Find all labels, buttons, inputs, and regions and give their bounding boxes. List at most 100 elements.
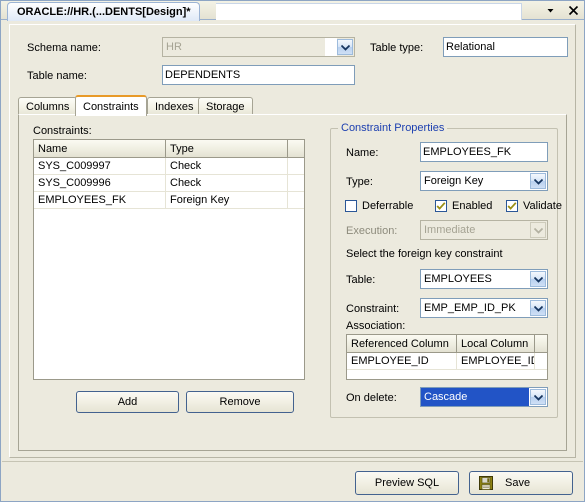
deferrable-checkbox[interactable]: Deferrable (345, 200, 413, 212)
enabled-checkbox[interactable]: Enabled (435, 200, 492, 212)
window-title-text: ORACLE://HR.(...DENTS[Design]* (17, 6, 191, 18)
save-button[interactable]: Save (469, 471, 573, 495)
titlebar-buttons (544, 1, 580, 20)
schema-name-label: Schema name: (27, 42, 101, 54)
constraint-name-field[interactable]: EMPLOYEES_FK (420, 142, 548, 162)
enabled-label: Enabled (452, 200, 493, 212)
constraint-type-select[interactable]: Foreign Key (420, 171, 548, 191)
window-titlebar: ORACLE://HR.(...DENTS[Design]* (1, 1, 584, 21)
fk-constraint-value: EMP_EMP_ID_PK (424, 302, 516, 314)
validate-label: Validate (523, 200, 562, 212)
schema-select-gap (325, 38, 337, 56)
cell-type: Check (166, 175, 288, 191)
constraints-list-label: Constraints: (33, 125, 92, 137)
table-name-field[interactable]: DEPENDENTS (162, 65, 355, 85)
window-tab-title[interactable]: ORACLE://HR.(...DENTS[Design]* (7, 2, 200, 21)
association-table[interactable]: Referenced Column Local Column EMPLOYEE_… (346, 334, 548, 380)
tab-indexes-label: Indexes (155, 100, 194, 113)
cell-filler (535, 353, 547, 369)
on-delete-select[interactable]: Cascade (420, 387, 548, 407)
execution-label: Execution: (346, 225, 398, 237)
tab-storage[interactable]: Storage (198, 97, 253, 115)
table-row[interactable]: EMPLOYEE_ID EMPLOYEE_ID (347, 353, 547, 370)
column-header-filler (535, 335, 547, 352)
preview-sql-label: Preview SQL (374, 477, 440, 489)
constraints-list-header: Name Type (34, 140, 304, 158)
on-delete-label: On delete: (346, 392, 397, 404)
constraints-list[interactable]: Name Type SYS_C009997 Check SYS_C009996 … (33, 139, 305, 380)
cell-referenced-column: EMPLOYEE_ID (347, 353, 457, 369)
table-row[interactable]: EMPLOYEES_FK Foreign Key (34, 192, 304, 209)
validate-checkbox[interactable]: Validate (506, 200, 562, 212)
chevron-down-icon[interactable] (530, 389, 546, 405)
checkbox-box[interactable] (435, 200, 447, 212)
window-client-area: Schema name: HR Table type: Relational T… (2, 21, 583, 500)
constraint-properties-title: Constraint Properties (338, 122, 448, 134)
cell-name: SYS_C009996 (34, 175, 166, 191)
table-row[interactable]: SYS_C009996 Check (34, 175, 304, 192)
tab-columns[interactable]: Columns (18, 97, 78, 115)
fk-section-label: Select the foreign key constraint (346, 248, 503, 260)
constraint-name-label: Name: (346, 147, 379, 159)
floppy-disk-icon (479, 476, 493, 490)
table-type-value: Relational (446, 41, 495, 53)
add-button[interactable]: Add (76, 391, 179, 413)
table-name-label: Table name: (27, 70, 87, 82)
close-icon[interactable] (567, 4, 580, 17)
fk-table-value: EMPLOYEES (424, 273, 492, 285)
constraint-name-value: EMPLOYEES_FK (423, 146, 512, 158)
remove-button-label: Remove (219, 396, 261, 408)
cell-filler (288, 192, 304, 208)
tab-storage-label: Storage (206, 100, 245, 113)
association-label: Association: (346, 320, 406, 332)
remove-button[interactable]: Remove (186, 391, 294, 413)
on-delete-value: Cascade (421, 388, 529, 406)
cell-filler (288, 175, 304, 191)
chevron-down-icon[interactable] (530, 173, 546, 189)
constraints-tab-panel: Constraints: Name Type SYS_C009997 Check… (18, 114, 567, 451)
fk-constraint-select[interactable]: EMP_EMP_ID_PK (420, 298, 548, 318)
constraint-type-value: Foreign Key (424, 175, 484, 187)
schema-name-select[interactable]: HR (162, 37, 355, 57)
chevron-down-icon[interactable] (530, 300, 546, 316)
save-button-label: Save (505, 477, 531, 489)
tab-columns-label: Columns (26, 100, 70, 113)
tab-constraints[interactable]: Constraints (75, 95, 147, 116)
titlebar-tabstrip-empty (216, 3, 522, 20)
table-row[interactable]: SYS_C009997 Check (34, 158, 304, 175)
column-header-name[interactable]: Name (34, 140, 166, 157)
chevron-down-icon (530, 222, 546, 238)
preview-sql-button[interactable]: Preview SQL (355, 471, 459, 495)
fk-table-label: Table: (346, 274, 376, 286)
table-design-form: Schema name: HR Table type: Relational T… (9, 24, 576, 458)
check-icon (507, 202, 517, 210)
design-tabbar: Columns Constraints Indexes Storage (18, 95, 567, 116)
column-header-local-column[interactable]: Local Column (457, 335, 535, 352)
association-table-header: Referenced Column Local Column (347, 335, 547, 353)
dialog-footer: Preview SQL Save (2, 461, 583, 500)
execution-value: Immediate (424, 224, 476, 236)
table-design-window: ORACLE://HR.(...DENTS[Design]* Schema na… (0, 0, 585, 502)
checkbox-box[interactable] (345, 200, 357, 212)
fk-table-select[interactable]: EMPLOYEES (420, 269, 548, 289)
constraint-type-label: Type: (346, 176, 373, 188)
cell-name: EMPLOYEES_FK (34, 192, 166, 208)
table-type-label: Table type: (370, 42, 424, 54)
table-type-field[interactable]: Relational (443, 37, 568, 57)
chevron-down-icon[interactable] (337, 39, 353, 55)
table-name-value: DEPENDENTS (165, 69, 241, 81)
execution-select: Immediate (420, 220, 548, 240)
chevron-down-icon[interactable] (530, 271, 546, 287)
cell-local-column: EMPLOYEE_ID (457, 353, 535, 369)
check-icon (436, 202, 446, 210)
tab-indexes[interactable]: Indexes (147, 97, 202, 115)
checkbox-box[interactable] (506, 200, 518, 212)
cell-type: Foreign Key (166, 192, 288, 208)
column-header-filler (288, 140, 304, 157)
deferrable-label: Deferrable (362, 200, 414, 212)
schema-name-value: HR (166, 41, 182, 53)
column-header-type[interactable]: Type (166, 140, 288, 157)
column-header-referenced-column[interactable]: Referenced Column (347, 335, 457, 352)
chevron-down-icon[interactable] (544, 4, 557, 17)
add-button-label: Add (117, 396, 138, 408)
